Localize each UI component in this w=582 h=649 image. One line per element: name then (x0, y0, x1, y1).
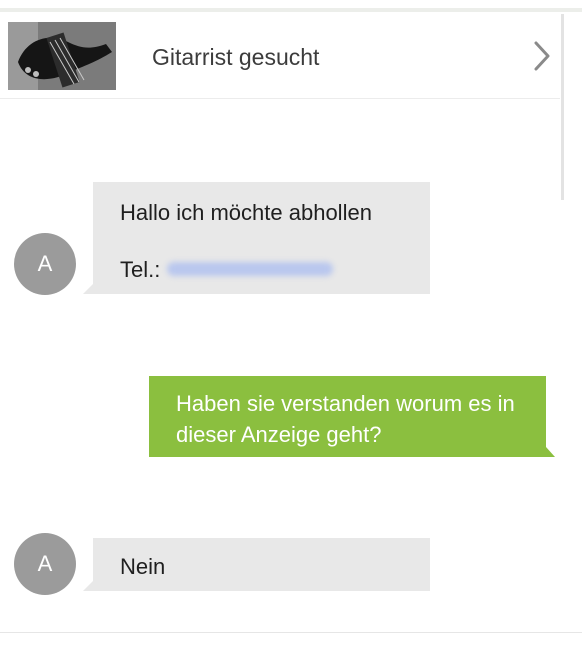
guitar-photo-icon (8, 22, 116, 90)
bottom-divider (0, 632, 582, 633)
message-text: Hallo ich möchte abhollen (120, 200, 372, 225)
message-text: Tel.: (120, 257, 161, 282)
incoming-message-bubble: Hallo ich möchte abhollen Tel.: (83, 182, 430, 294)
top-divider (0, 8, 582, 12)
avatar: A (14, 533, 76, 595)
ad-header[interactable]: Gitarrist gesucht (0, 14, 560, 99)
message-text: Nein (120, 554, 166, 579)
outgoing-message-bubble: Haben sie verstanden worum es in dieser … (149, 376, 555, 457)
avatar: A (14, 233, 76, 295)
message-text: Haben sie verstanden worum es in dieser … (176, 391, 515, 447)
incoming-message-bubble: Nein (83, 538, 430, 591)
scrollbar[interactable] (561, 14, 564, 200)
chevron-right-icon[interactable] (532, 40, 552, 72)
ad-title: Gitarrist gesucht (152, 44, 320, 70)
redacted-phone-number (167, 262, 333, 276)
